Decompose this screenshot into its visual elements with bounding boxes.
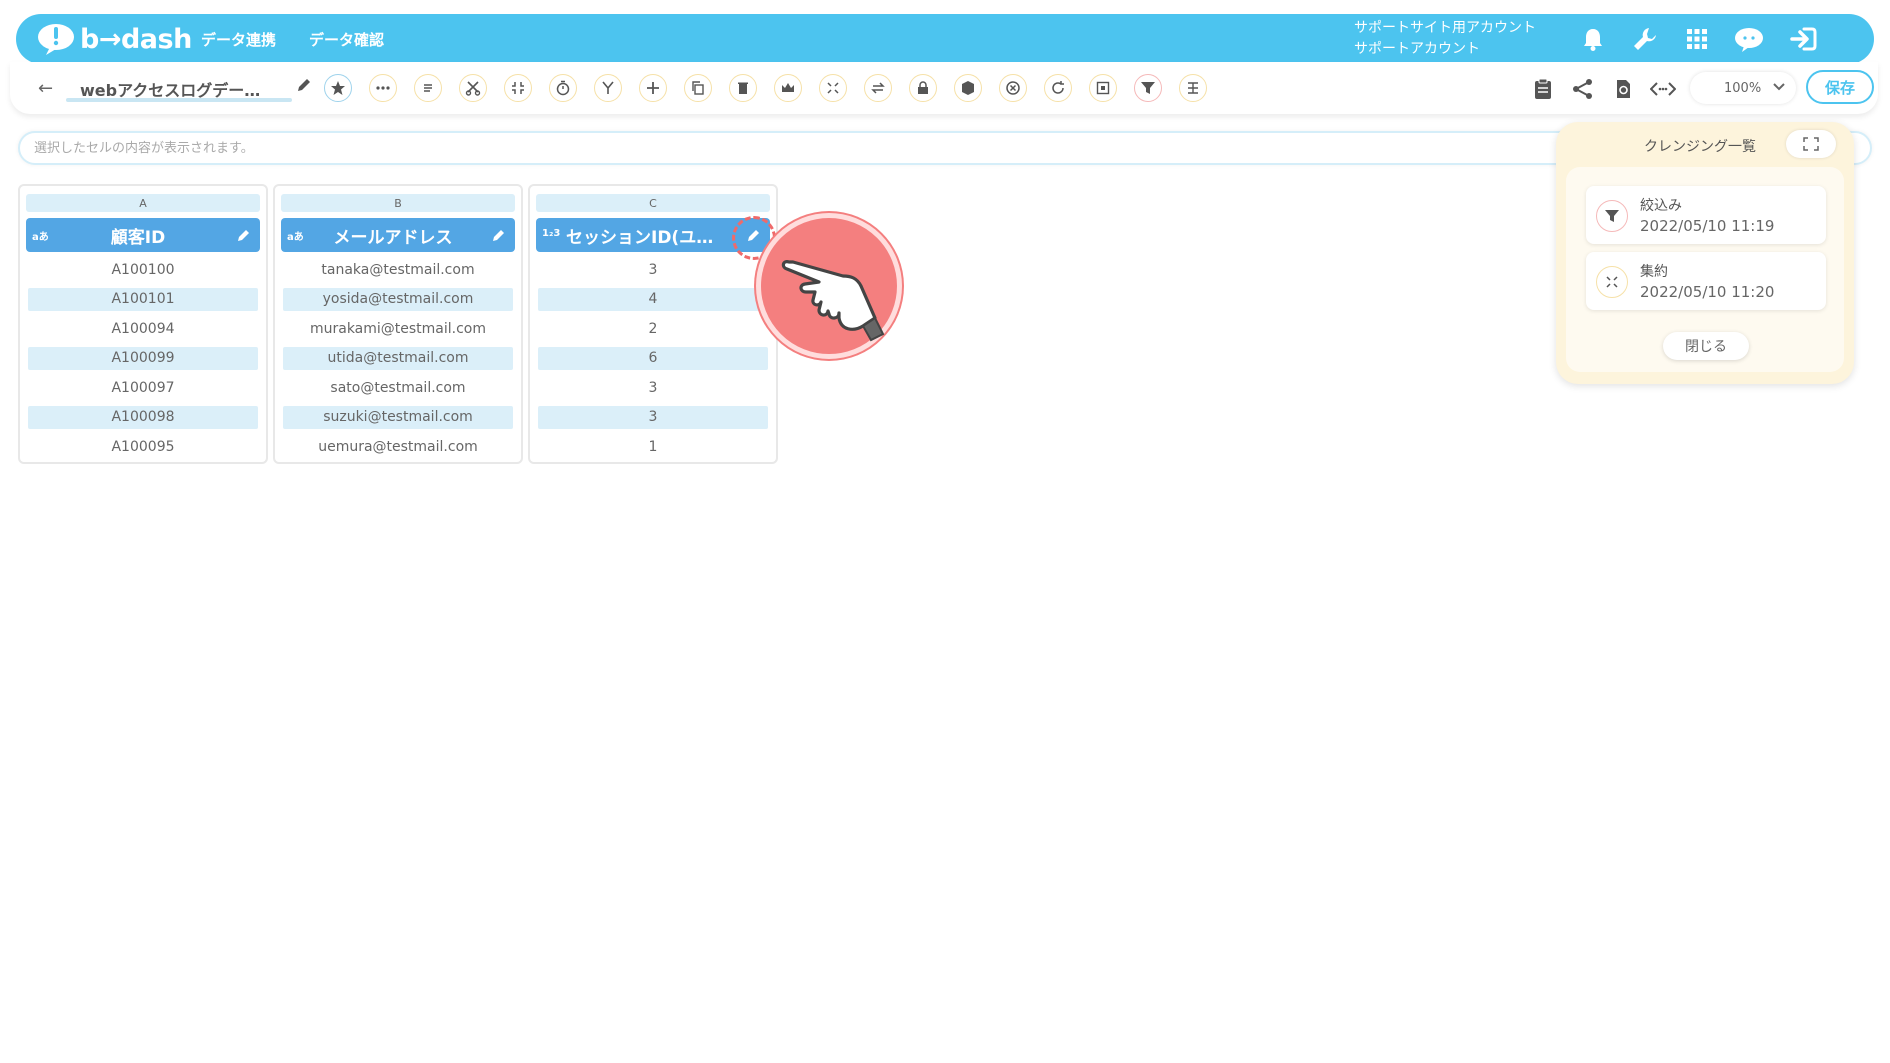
step-timestamp: 2022/05/10 11:19 [1640, 217, 1775, 235]
title-underline [66, 98, 292, 102]
cleansing-step-list: 絞込み 2022/05/10 11:19 集約 2022/05/10 11:20… [1566, 167, 1844, 372]
convert-tool-icon[interactable] [864, 74, 892, 102]
table-cell[interactable]: 3 [538, 258, 768, 281]
column-header[interactable]: aあ 顧客ID [26, 218, 260, 252]
account-site-label: サポートサイト用アカウント [1354, 20, 1536, 36]
code-icon[interactable] [1650, 76, 1676, 102]
timer-tool-icon[interactable] [549, 74, 577, 102]
column-a: A aあ 顧客ID A100100 A100101 A100094 A10009… [18, 184, 268, 464]
table-cell[interactable]: A100100 [28, 258, 258, 281]
column-edit-pencil-icon[interactable] [487, 223, 511, 247]
table-cell[interactable]: A100099 [28, 346, 258, 370]
account-name: サポートアカウント [1354, 41, 1480, 57]
column-cells: A100100 A100101 A100094 A100099 A100097 … [28, 258, 258, 465]
column-letter[interactable]: A [26, 194, 260, 212]
chevron-down-icon [1772, 79, 1786, 97]
table-cell[interactable]: murakami@testmail.com [283, 317, 513, 340]
history-icon[interactable] [1610, 76, 1636, 102]
column-edit-pencil-icon[interactable] [232, 223, 256, 247]
split-tool-icon[interactable] [1179, 74, 1207, 102]
table-cell[interactable]: sato@testmail.com [283, 376, 513, 399]
column-name: メールアドレス [333, 227, 453, 248]
share-icon[interactable] [1570, 76, 1596, 102]
logo-bubble-icon [36, 22, 76, 56]
column-cells: 3 4 2 6 3 3 1 [538, 258, 768, 465]
filter-tool-icon[interactable] [1134, 74, 1162, 102]
filter-icon [1596, 200, 1628, 232]
panel-title: クレンジング一覧 [1644, 139, 1756, 155]
close-button[interactable]: 閉じる [1663, 332, 1749, 360]
aggregate-icon [1596, 266, 1628, 298]
delete-tool-icon[interactable] [729, 74, 757, 102]
exclude-tool-icon[interactable] [999, 74, 1027, 102]
table-cell[interactable]: utida@testmail.com [283, 346, 513, 370]
cleansing-step-aggregate[interactable]: 集約 2022/05/10 11:20 [1586, 252, 1826, 310]
refresh-tool-icon[interactable] [1044, 74, 1072, 102]
table-cell[interactable]: A100098 [28, 405, 258, 429]
title-edit-pencil-icon[interactable] [296, 77, 312, 97]
column-cells: tanaka@testmail.com yosida@testmail.com … [283, 258, 513, 465]
brand-logo[interactable]: b→dash [36, 22, 192, 56]
app-header: b→dash データ連携 データ確認 サポートサイト用アカウント サポートアカウ… [16, 14, 1874, 64]
table-cell[interactable]: A100097 [28, 376, 258, 399]
save-button[interactable]: 保存 [1806, 70, 1874, 104]
table-cell[interactable]: tanaka@testmail.com [283, 258, 513, 281]
merge-tool-icon[interactable] [594, 74, 622, 102]
zoom-select[interactable]: 100% [1690, 72, 1796, 104]
nav-data-integration[interactable]: データ連携 [201, 29, 276, 50]
text-type-icon: aあ [32, 232, 49, 243]
expand-icon[interactable] [1786, 130, 1836, 158]
table-cell[interactable]: 2 [538, 317, 768, 340]
text-type-icon: aあ [287, 232, 304, 243]
table-cell[interactable]: 3 [538, 376, 768, 399]
wrench-icon[interactable] [1630, 24, 1660, 54]
table-cell[interactable]: 6 [538, 346, 768, 370]
zoom-value: 100% [1724, 80, 1762, 96]
table-cell[interactable]: A100094 [28, 317, 258, 340]
table-cell[interactable]: yosida@testmail.com [283, 287, 513, 311]
table-cell[interactable]: uemura@testmail.com [283, 435, 513, 458]
table-cell[interactable]: 3 [538, 405, 768, 429]
crown-tool-icon[interactable] [774, 74, 802, 102]
step-name: 絞込み [1640, 198, 1682, 214]
more-tool-icon[interactable] [369, 74, 397, 102]
column-header[interactable]: aあ メールアドレス [281, 218, 515, 252]
account-info[interactable]: サポートサイト用アカウント サポートアカウント [1354, 18, 1536, 60]
table-cell[interactable]: suzuki@testmail.com [283, 405, 513, 429]
cleansing-panel: クレンジング一覧 絞込み 2022/05/10 11:19 集約 2022/05… [1556, 122, 1854, 384]
column-letter[interactable]: C [536, 194, 770, 212]
collapse-tool-icon[interactable] [504, 74, 532, 102]
step-timestamp: 2022/05/10 11:20 [1640, 283, 1775, 301]
logout-icon[interactable] [1788, 24, 1818, 54]
cut-tool-icon[interactable] [459, 74, 487, 102]
table-cell[interactable]: 1 [538, 435, 768, 458]
cleansing-step-filter[interactable]: 絞込み 2022/05/10 11:19 [1586, 186, 1826, 244]
extract-tool-icon[interactable] [954, 74, 982, 102]
table-cell[interactable]: A100101 [28, 287, 258, 311]
frame-tool-icon[interactable] [1089, 74, 1117, 102]
clipboard-icon[interactable] [1530, 76, 1556, 102]
table-cell[interactable]: A100095 [28, 435, 258, 458]
aggregate-tool-icon[interactable] [819, 74, 847, 102]
pointing-hand-icon [756, 213, 902, 359]
column-b: B aあ メールアドレス tanaka@testmail.com yosida@… [273, 184, 523, 464]
cloud-chat-icon[interactable] [1734, 24, 1764, 54]
table-cell[interactable]: 4 [538, 287, 768, 311]
toolbar: ← webアクセスログデー… 100% 保存 [10, 62, 1878, 114]
bell-icon[interactable] [1578, 24, 1608, 54]
step-name: 集約 [1640, 264, 1668, 280]
nav-data-check[interactable]: データ確認 [309, 29, 384, 50]
back-arrow-icon[interactable]: ← [38, 78, 53, 99]
list-tool-icon[interactable] [414, 74, 442, 102]
column-letter[interactable]: B [281, 194, 515, 212]
column-name: 顧客ID [110, 227, 166, 248]
grid-icon[interactable] [1682, 24, 1712, 54]
star-tool-icon[interactable] [324, 74, 352, 102]
lock-tool-icon[interactable] [909, 74, 937, 102]
copy-tool-icon[interactable] [684, 74, 712, 102]
add-tool-icon[interactable] [639, 74, 667, 102]
number-type-icon: 1₂3 [542, 228, 561, 239]
brand-name: b→dash [80, 23, 192, 55]
